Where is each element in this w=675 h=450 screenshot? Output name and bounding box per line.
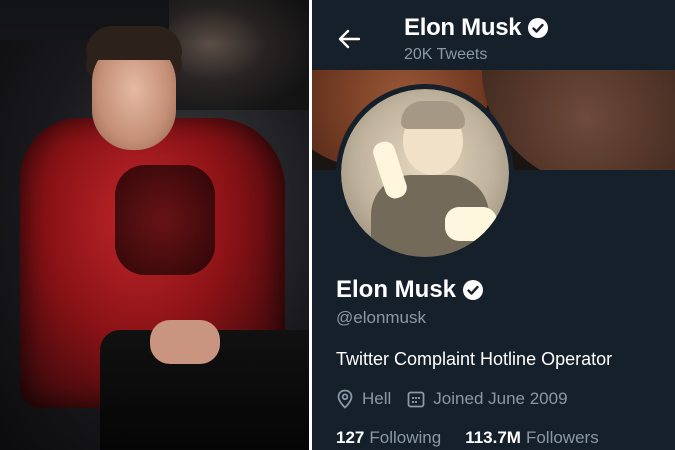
followers-count: 113.7M [465, 428, 521, 447]
photo-hair-top [86, 26, 182, 60]
profile-topbar: Elon Musk 20K Tweets [312, 0, 675, 70]
avatar-kid-hair [401, 101, 465, 129]
arrow-left-icon [338, 29, 360, 49]
following-label: Following [369, 428, 442, 447]
profile-handle: @elonmusk [336, 308, 427, 327]
topbar-title: Elon Musk [404, 14, 549, 42]
photo-crowd [169, 0, 309, 110]
follow-stats: 127 Following 113.7M Followers [336, 428, 623, 448]
location-text: Hell [362, 389, 392, 408]
profile-meta: Hell Joined June 2009 [336, 389, 584, 409]
profile-avatar[interactable] [336, 84, 514, 262]
tweet-count: 20K Tweets [404, 46, 488, 63]
profile-name: Elon Musk [336, 276, 484, 304]
verified-badge-icon [528, 18, 549, 38]
followers-link[interactable]: 113.7M Followers [465, 428, 599, 448]
back-button[interactable] [336, 26, 362, 52]
profile-name-text: Elon Musk [336, 276, 457, 303]
photo-hand [150, 320, 220, 364]
verified-badge-icon [463, 280, 484, 300]
profile-bio: Twitter Complaint Hotline Operator [336, 349, 613, 369]
location-pin-icon [337, 389, 353, 409]
following-link[interactable]: 127 Following [336, 428, 441, 448]
avatar-telephone-base [445, 207, 497, 241]
topbar-name-text: Elon Musk [404, 14, 522, 41]
calendar-icon [407, 391, 425, 408]
avatar-photo [341, 89, 509, 257]
armor-photo [0, 0, 309, 450]
followers-label: Followers [525, 428, 599, 447]
twitter-profile: Elon Musk 20K Tweets Elon Musk @elonmusk… [312, 0, 675, 450]
following-count: 127 [336, 428, 365, 447]
profile-joined: Joined June 2009 [407, 389, 568, 409]
profile-location: Hell [336, 389, 391, 409]
joined-text: Joined June 2009 [433, 389, 568, 408]
photo-armor-plate [115, 165, 215, 275]
